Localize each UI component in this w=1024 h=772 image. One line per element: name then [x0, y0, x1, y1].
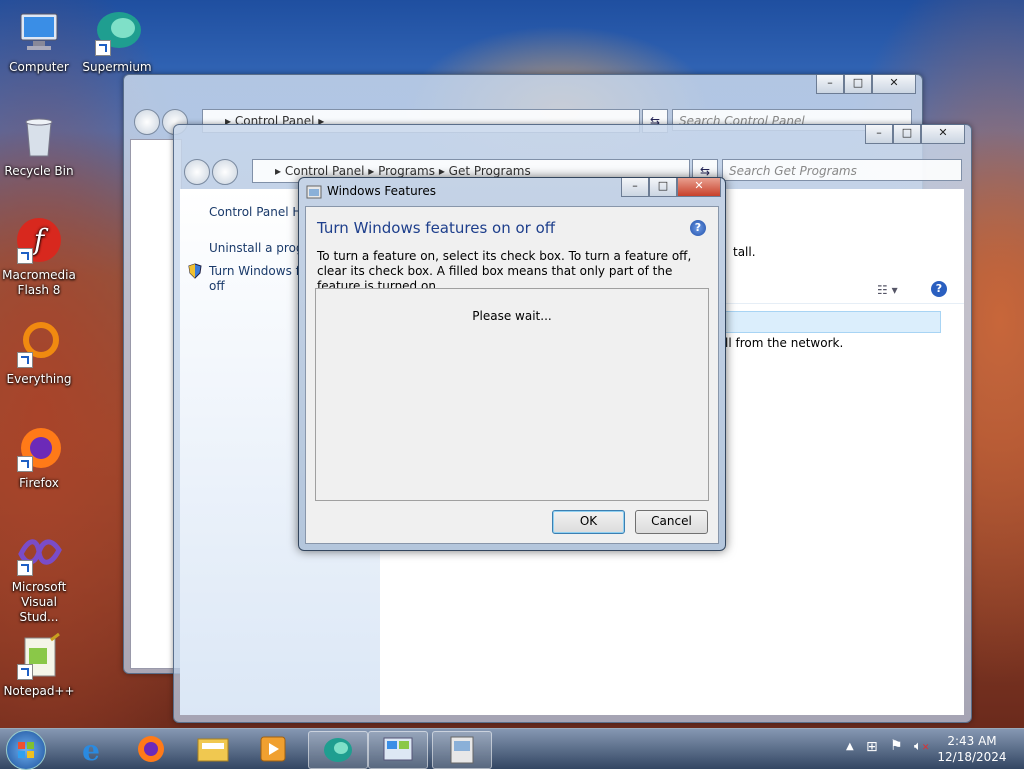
shortcut-arrow-icon	[17, 248, 33, 264]
close-button[interactable]: ✕	[921, 125, 965, 144]
list-toolbar: ☷ ▾ ?	[725, 277, 964, 304]
desktop-icon-notepadpp[interactable]: Notepad++	[1, 632, 77, 699]
shortcut-arrow-icon	[17, 456, 33, 472]
desktop-icon-computer[interactable]: Computer	[1, 8, 77, 75]
windows-features-icon	[450, 736, 474, 764]
view-options-icon[interactable]: ☷ ▾	[877, 283, 898, 297]
desktop-icon-label: Supermium	[82, 60, 152, 74]
firefox-icon	[15, 424, 63, 472]
maximize-button[interactable]: □	[844, 75, 872, 94]
shortcut-arrow-icon	[17, 352, 33, 368]
sidebar-link-label: off	[209, 279, 225, 293]
dialog-title: Windows Features	[327, 184, 436, 198]
clock[interactable]: 2:43 AM 12/18/2024	[930, 733, 1014, 765]
desktop-icon-supermium[interactable]: Supermium	[79, 8, 155, 75]
taskbar-explorer[interactable]	[184, 731, 242, 767]
close-button[interactable]: ✕	[872, 75, 916, 94]
help-icon[interactable]: ?	[931, 281, 947, 297]
status-text: Please wait...	[472, 309, 552, 323]
window-caption-buttons: – □ ✕	[865, 125, 965, 144]
flash-icon: f	[15, 216, 63, 264]
dialog-body: Turn Windows features on or off ? To tur…	[305, 206, 719, 544]
back-button[interactable]	[184, 159, 210, 185]
taskbar-supermium[interactable]	[308, 731, 368, 769]
internet-explorer-icon: e	[82, 734, 100, 767]
forward-button[interactable]	[212, 159, 238, 185]
minimize-button[interactable]: –	[621, 178, 649, 197]
breadcrumb-control-panel[interactable]: Control Panel	[285, 164, 365, 178]
desktop-icon-label: Microsoft Visual Stud...	[11, 580, 67, 624]
maximize-button[interactable]: □	[649, 178, 677, 197]
windows-features-dialog[interactable]: Windows Features – □ ✕ Turn Windows feat…	[298, 177, 726, 551]
desktop-icon-firefox[interactable]: Firefox	[1, 424, 77, 491]
shortcut-arrow-icon	[17, 664, 33, 680]
help-icon[interactable]: ?	[690, 220, 706, 236]
minimize-button[interactable]: –	[816, 75, 844, 94]
instructions-text: tall.	[733, 245, 756, 259]
taskbar-firefox[interactable]	[122, 731, 180, 767]
supermium-icon	[324, 738, 352, 762]
start-button[interactable]	[6, 730, 46, 770]
dialog-caption-buttons: – □ ✕	[621, 178, 721, 197]
search-get-programs-input[interactable]: Search Get Programs	[722, 159, 962, 181]
minimize-button[interactable]: –	[865, 125, 893, 144]
windows-features-icon	[306, 184, 322, 203]
shortcut-arrow-icon	[17, 560, 33, 576]
desktop-icon-label: Everything	[6, 372, 72, 386]
notepadpp-icon	[15, 632, 63, 680]
desktop-icon-everything[interactable]: Everything	[1, 320, 77, 387]
taskbar-control-panel[interactable]	[368, 731, 428, 769]
firefox-icon	[138, 736, 164, 762]
sidebar-link-windows-features[interactable]: Turn Windows fe off	[209, 264, 307, 294]
clock-time: 2:43 AM	[947, 734, 997, 748]
media-player-icon	[260, 736, 286, 762]
sidebar-link-label: Turn Windows fe	[209, 264, 308, 278]
breadcrumb-programs[interactable]: Programs	[378, 164, 435, 178]
control-panel-icon	[383, 737, 413, 761]
shortcut-arrow-icon	[95, 40, 111, 56]
cancel-button[interactable]: Cancel	[635, 510, 708, 534]
dialog-heading: Turn Windows features on or off	[317, 219, 556, 237]
desktop-icon-label: Computer	[9, 60, 69, 74]
computer-icon	[15, 8, 63, 56]
desktop-icon-recycle-bin[interactable]: Recycle Bin	[1, 112, 77, 179]
desktop-icon-label: Recycle Bin	[4, 164, 74, 178]
taskbar-windows-features[interactable]	[432, 731, 492, 769]
folder-icon	[197, 738, 229, 762]
desktop-icon-label: Macromedia Flash 8	[2, 268, 76, 297]
desktop: Computer Supermium Recycle Bin f Macrome…	[0, 0, 1024, 728]
maximize-button[interactable]: □	[893, 125, 921, 144]
action-center-flag-icon[interactable]: ⚑	[890, 738, 903, 754]
visual-studio-icon	[15, 528, 63, 576]
back-button[interactable]	[134, 109, 160, 135]
desktop-icon-label: Notepad++	[3, 684, 75, 698]
selected-list-row[interactable]	[725, 311, 941, 333]
sidebar-link-control-panel-home[interactable]: Control Panel Ho	[209, 205, 309, 219]
taskbar-ie[interactable]: e	[62, 731, 120, 767]
supermium-icon	[93, 8, 141, 56]
features-tree-box[interactable]: Please wait...	[315, 288, 709, 501]
svg-text:e: e	[82, 734, 100, 767]
sidebar-link-uninstall[interactable]: Uninstall a progr	[209, 241, 308, 255]
ok-button[interactable]: OK	[552, 510, 625, 534]
breadcrumb-get-programs[interactable]: Get Programs	[449, 164, 531, 178]
shield-icon	[188, 263, 202, 282]
taskbar-media-player[interactable]	[244, 731, 302, 767]
clock-date: 12/18/2024	[937, 750, 1007, 764]
taskbar: e ▲ ⊞ ⚑ 🔈︎✕ 2:43 AM 12/18/2024	[0, 728, 1024, 770]
close-button[interactable]: ✕	[677, 178, 721, 197]
window-caption-buttons: – □ ✕	[816, 75, 916, 94]
windows-logo-icon	[18, 742, 34, 758]
recycle-bin-icon	[15, 112, 63, 160]
everything-icon	[15, 320, 63, 368]
network-icon[interactable]: ⊞	[866, 739, 878, 755]
desktop-icon-flash[interactable]: f Macromedia Flash 8	[1, 216, 77, 298]
show-hidden-icons-button[interactable]: ▲	[846, 741, 854, 752]
desktop-icon-label: Firefox	[19, 476, 59, 490]
volume-muted-icon[interactable]: 🔈︎✕	[914, 739, 929, 754]
desktop-icon-visual-studio[interactable]: Microsoft Visual Stud...	[1, 528, 77, 625]
list-row-description: ll from the network.	[725, 336, 844, 350]
